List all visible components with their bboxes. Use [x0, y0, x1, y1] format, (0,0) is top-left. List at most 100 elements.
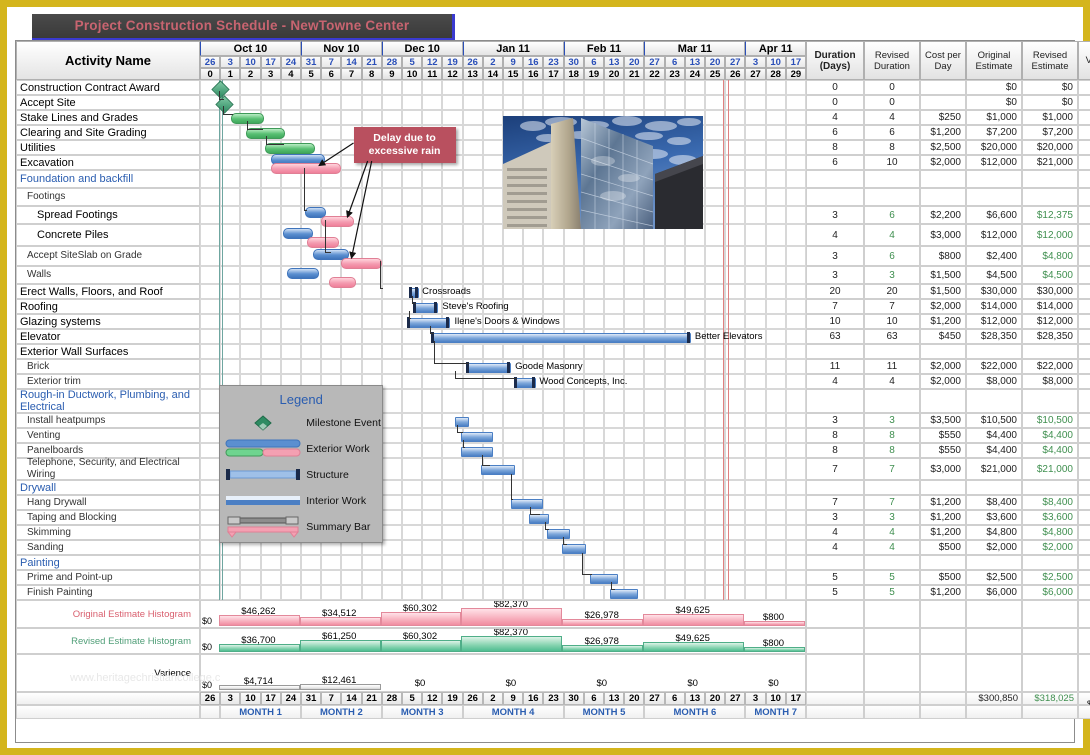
revised-duration-cell[interactable]: 4	[864, 224, 920, 246]
gantt-grid-cell[interactable]	[200, 480, 220, 495]
activity-label[interactable]: Footings	[17, 191, 65, 203]
gantt-grid-cell[interactable]	[321, 155, 341, 170]
gantt-grid-cell[interactable]	[321, 246, 341, 266]
bottom-week-date-cell[interactable]: 20	[624, 692, 644, 705]
gantt-grid-cell[interactable]	[523, 266, 543, 284]
cell-value[interactable]: $1,200	[930, 127, 961, 138]
week-number-label[interactable]: 26	[730, 69, 741, 80]
gantt-grid-cell[interactable]	[240, 299, 260, 314]
gantt-grid-cell[interactable]	[665, 413, 685, 428]
gantt-grid-cell[interactable]	[685, 510, 705, 525]
timeline-header[interactable]: Activity NameOct 10Nov 10Dec 10Jan 11Feb…	[16, 41, 1074, 80]
bottom-month-strip[interactable]: MONTH 1MONTH 2MONTH 3MONTH 4MONTH 5MONTH…	[16, 705, 1090, 719]
gantt-grid-cell[interactable]	[685, 284, 705, 299]
gantt-grid-cell[interactable]	[281, 188, 301, 206]
gantt-grid-cell[interactable]	[786, 413, 806, 428]
bottom-week-date-label[interactable]: 27	[730, 693, 741, 704]
legend-item-label[interactable]: Summary Bar	[306, 521, 370, 533]
bottom-week-date-label[interactable]: 23	[548, 693, 559, 704]
week-date-cell[interactable]: 13	[685, 56, 705, 68]
gantt-grid-cell[interactable]	[503, 458, 523, 480]
cost-per-day-cell[interactable]: $550	[920, 428, 966, 443]
gantt-grid-cell[interactable]	[261, 359, 281, 374]
row-activity-name[interactable]: Taping and Blocking	[16, 510, 200, 525]
gantt-grid-cell[interactable]	[483, 246, 503, 266]
gantt-grid-cell[interactable]	[402, 314, 422, 329]
original-estimate-cell[interactable]: $12,000	[966, 314, 1022, 329]
bottom-month-label-3[interactable]: MONTH 3	[382, 705, 463, 719]
cost-per-day-cell[interactable]: $250	[920, 110, 966, 125]
gantt-grid-cell[interactable]	[766, 206, 786, 224]
table-row[interactable]: Roofing77$2,000$14,000$14,000	[16, 299, 1090, 314]
gantt-grid-cell[interactable]	[442, 458, 462, 480]
gantt-grid-cell[interactable]	[705, 170, 725, 188]
activity-label[interactable]: Stake Lines and Grades	[17, 112, 138, 124]
revised-estimate-cell[interactable]	[1022, 170, 1078, 188]
cell-value[interactable]: $4,400	[986, 445, 1017, 456]
gantt-grid-cell[interactable]	[503, 525, 523, 540]
gantt-grid-cell[interactable]	[220, 585, 240, 600]
gantt-grid-cell[interactable]	[644, 525, 664, 540]
week-number-cell[interactable]: 20	[604, 68, 624, 80]
gantt-grid-cell[interactable]	[745, 80, 765, 95]
gantt-grid-cell[interactable]	[786, 359, 806, 374]
cell-value[interactable]: $500	[939, 542, 961, 553]
revised-estimate-cell[interactable]: $28,350	[1022, 329, 1078, 344]
gantt-grid-cell[interactable]	[422, 570, 442, 585]
revised-duration-cell[interactable]: 3	[864, 510, 920, 525]
revised-estimate-cell[interactable]: $21,000	[1022, 458, 1078, 480]
bottom-week-date-cell[interactable]: 17	[786, 692, 806, 705]
gantt-grid-cell[interactable]	[422, 206, 442, 224]
revised-duration-cell[interactable]: 3	[864, 413, 920, 428]
gantt-grid-cell[interactable]	[301, 329, 321, 344]
gantt-grid-cell[interactable]	[503, 495, 523, 510]
week-date-label[interactable]: 13	[609, 57, 620, 68]
cell-value[interactable]: $1,200	[930, 497, 961, 508]
gantt-grid-cell[interactable]	[543, 95, 563, 110]
gantt-grid-cell[interactable]	[362, 246, 382, 266]
gantt-grid-cell[interactable]	[321, 206, 341, 224]
gantt-grid-cell[interactable]	[402, 284, 422, 299]
revised-duration-cell[interactable]: 8	[864, 428, 920, 443]
original-estimate-cell[interactable]: $1,000	[966, 110, 1022, 125]
duration-cell[interactable]: 0	[806, 80, 864, 95]
cell-value[interactable]: 6	[889, 210, 895, 221]
row-activity-name[interactable]: Accept SiteSlab on Grade	[16, 246, 200, 266]
gantt-grid-cell[interactable]	[382, 299, 402, 314]
gantt-grid-cell[interactable]	[422, 389, 442, 413]
gantt-grid-cell[interactable]	[442, 206, 462, 224]
gantt-grid-cell[interactable]	[301, 299, 321, 314]
original-estimate-cell[interactable]: $4,800	[966, 525, 1022, 540]
gantt-grid-cell[interactable]	[745, 359, 765, 374]
month-strip-blank[interactable]	[1022, 705, 1078, 719]
cell-value[interactable]: $1,200	[930, 512, 961, 523]
gantt-grid-cell[interactable]	[685, 95, 705, 110]
week-date-label[interactable]: 9	[510, 57, 515, 68]
histogram-blank-cell[interactable]	[1022, 654, 1078, 692]
gantt-grid-cell[interactable]	[786, 329, 806, 344]
gantt-grid-cell[interactable]	[442, 510, 462, 525]
gantt-grid-cell[interactable]	[382, 344, 402, 359]
gantt-grid-cell[interactable]	[483, 344, 503, 359]
cell-value[interactable]: $500	[939, 572, 961, 583]
bottom-week-date-label[interactable]: 28	[387, 693, 398, 704]
gantt-grid-cell[interactable]	[463, 140, 483, 155]
cell-value[interactable]: $0	[1006, 97, 1017, 108]
cell-value[interactable]: 6	[832, 127, 838, 138]
week-date-label[interactable]: 23	[548, 57, 559, 68]
legend-item-label[interactable]: Structure	[306, 469, 349, 481]
gantt-grid-cell[interactable]	[786, 224, 806, 246]
gantt-grid-cell[interactable]	[382, 570, 402, 585]
gantt-grid-cell[interactable]	[644, 299, 664, 314]
week-date-label[interactable]: 16	[528, 57, 539, 68]
gantt-grid-cell[interactable]	[220, 299, 240, 314]
gantt-grid-cell[interactable]	[442, 284, 462, 299]
gantt-grid-cell[interactable]	[766, 570, 786, 585]
gantt-grid-cell[interactable]	[523, 374, 543, 389]
gantt-grid-cell[interactable]	[564, 443, 584, 458]
gantt-grid-cell[interactable]	[685, 480, 705, 495]
cell-value[interactable]: 3	[832, 270, 838, 281]
gantt-grid-cell[interactable]	[786, 428, 806, 443]
revised-duration-cell[interactable]: 4	[864, 525, 920, 540]
gantt-grid-cell[interactable]	[442, 495, 462, 510]
